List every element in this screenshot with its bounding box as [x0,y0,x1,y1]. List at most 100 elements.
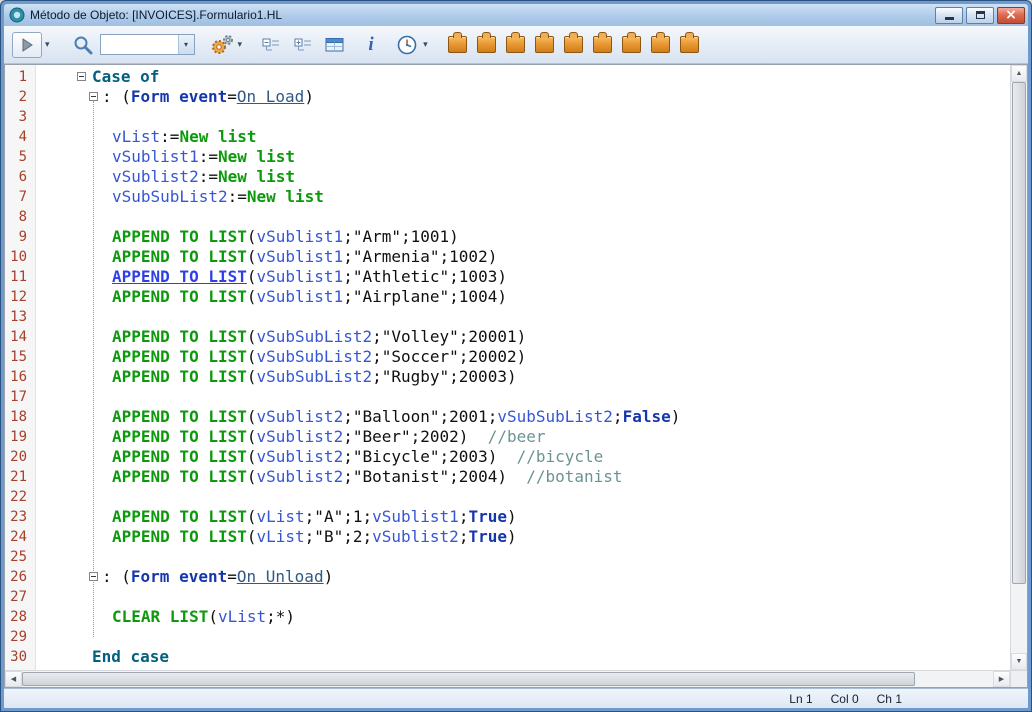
line-number[interactable]: 26 [5,567,36,587]
line-number[interactable]: 16 [5,367,36,387]
line-number[interactable]: 18 [5,407,36,427]
vertical-scroll-track[interactable] [1011,82,1027,653]
scroll-right-button[interactable]: ▶ [993,671,1010,687]
code-line[interactable]: 18APPEND TO LIST(vSublist2;"Balloon";200… [5,407,1010,427]
scheduler-dropdown-icon[interactable]: ▾ [423,39,428,50]
clipboard-icon-8[interactable] [651,36,670,53]
line-number[interactable]: 28 [5,607,36,627]
code-line[interactable]: 15APPEND TO LIST(vSubSubList2;"Soccer";2… [5,347,1010,367]
code-line[interactable]: 1Case of [5,67,1010,87]
line-number[interactable]: 8 [5,207,36,227]
code-line[interactable]: 17 [5,387,1010,407]
code-line[interactable]: 7vSubSubList2:=New list [5,187,1010,207]
line-number[interactable]: 17 [5,387,36,407]
horizontal-scroll-track[interactable] [22,671,993,687]
line-number[interactable]: 24 [5,527,36,547]
code-line[interactable]: 16APPEND TO LIST(vSubSubList2;"Rugby";20… [5,367,1010,387]
code-line[interactable]: 28CLEAR LIST(vList;*) [5,607,1010,627]
line-number[interactable]: 6 [5,167,36,187]
code-line[interactable]: 3 [5,107,1010,127]
code-line[interactable]: 29 [5,627,1010,647]
line-number[interactable]: 19 [5,427,36,447]
clipboard-icon-4[interactable] [535,36,554,53]
line-number[interactable]: 22 [5,487,36,507]
horizontal-scrollbar[interactable]: ◀ ▶ [5,671,1010,687]
clipboard-icon-6[interactable] [593,36,612,53]
line-number[interactable]: 7 [5,187,36,207]
line-number[interactable]: 14 [5,327,36,347]
code-line[interactable]: 23APPEND TO LIST(vList;"A";1;vSublist1;T… [5,507,1010,527]
form-window-button[interactable] [322,32,348,58]
code-line[interactable]: 5vSublist1:=New list [5,147,1010,167]
line-number[interactable]: 15 [5,347,36,367]
code-line[interactable]: 9APPEND TO LIST(vSublist1;"Arm";1001) [5,227,1010,247]
clipboard-icon-1[interactable] [448,36,467,53]
fold-toggle-icon[interactable] [89,92,98,101]
clipboard-icon-7[interactable] [622,36,641,53]
clipboard-icon-2[interactable] [477,36,496,53]
horizontal-scroll-thumb[interactable] [22,672,915,686]
line-number[interactable]: 3 [5,107,36,127]
line-number[interactable]: 5 [5,147,36,167]
maximize-button[interactable] [966,7,994,24]
code-line[interactable]: 12APPEND TO LIST(vSublist1;"Airplane";10… [5,287,1010,307]
scheduler-button[interactable] [394,32,420,58]
line-number[interactable]: 2 [5,87,36,107]
expand-all-button[interactable] [290,32,316,58]
code-line[interactable]: 11APPEND TO LIST(vSublist1;"Athletic";10… [5,267,1010,287]
line-number[interactable]: 30 [5,647,36,667]
close-button[interactable]: × [997,7,1025,24]
code-line[interactable]: 27 [5,587,1010,607]
execute-dropdown-icon[interactable]: ▾ [45,39,50,50]
line-number[interactable]: 27 [5,587,36,607]
line-number[interactable]: 12 [5,287,36,307]
code-line[interactable]: 24APPEND TO LIST(vList;"B";2;vSublist2;T… [5,527,1010,547]
clipboard-icon-9[interactable] [680,36,699,53]
code-line[interactable]: 13 [5,307,1010,327]
code-text: APPEND TO LIST(vList;"B";2;vSublist2;Tru… [36,527,517,547]
execute-method-button[interactable] [12,32,42,58]
code-line[interactable]: 25 [5,547,1010,567]
code-line[interactable]: 14APPEND TO LIST(vSubSubList2;"Volley";2… [5,327,1010,347]
clipboard-icon-5[interactable] [564,36,583,53]
line-number[interactable]: 1 [5,67,36,87]
scroll-up-button[interactable]: ▲ [1011,65,1027,82]
fold-toggle-icon[interactable] [77,72,86,81]
collapse-all-button[interactable] [258,32,284,58]
line-number[interactable]: 13 [5,307,36,327]
scroll-left-button[interactable]: ◀ [5,671,22,687]
code-line[interactable]: 4vList:=New list [5,127,1010,147]
code-line[interactable]: 20APPEND TO LIST(vSublist2;"Bicycle";200… [5,447,1010,467]
code-line[interactable]: 30End case [5,647,1010,667]
clipboard-icon-3[interactable] [506,36,525,53]
code-line[interactable]: 2: (Form event=On Load) [5,87,1010,107]
code-line[interactable]: 10APPEND TO LIST(vSublist1;"Armenia";100… [5,247,1010,267]
fold-toggle-icon[interactable] [89,572,98,581]
code-line[interactable]: 6vSublist2:=New list [5,167,1010,187]
line-number[interactable]: 4 [5,127,36,147]
code-line[interactable]: 19APPEND TO LIST(vSublist2;"Beer";2002) … [5,427,1010,447]
line-number[interactable]: 21 [5,467,36,487]
line-number[interactable]: 23 [5,507,36,527]
line-number[interactable]: 25 [5,547,36,567]
vertical-scroll-thumb[interactable] [1012,82,1026,584]
macros-button[interactable] [209,32,235,58]
scroll-down-button[interactable]: ▼ [1011,653,1027,670]
line-number[interactable]: 29 [5,627,36,647]
code-line[interactable]: 22 [5,487,1010,507]
macros-dropdown-icon[interactable]: ▾ [238,39,243,50]
method-info-button[interactable]: i [358,32,384,58]
code-editor[interactable]: 1Case of2: (Form event=On Load)34vList:=… [5,65,1010,670]
line-number[interactable]: 20 [5,447,36,467]
code-line[interactable]: 26: (Form event=On Unload) [5,567,1010,587]
line-number[interactable]: 10 [5,247,36,267]
vertical-scrollbar[interactable]: ▲ ▼ [1010,65,1027,670]
search-button[interactable] [70,32,96,58]
line-number[interactable]: 11 [5,267,36,287]
combobox-dropdown-icon[interactable]: ▾ [178,35,194,54]
minimize-button[interactable] [935,7,963,24]
line-number[interactable]: 9 [5,227,36,247]
code-line[interactable]: 21APPEND TO LIST(vSublist2;"Botanist";20… [5,467,1010,487]
search-combobox[interactable]: ▾ [100,34,195,55]
code-line[interactable]: 8 [5,207,1010,227]
